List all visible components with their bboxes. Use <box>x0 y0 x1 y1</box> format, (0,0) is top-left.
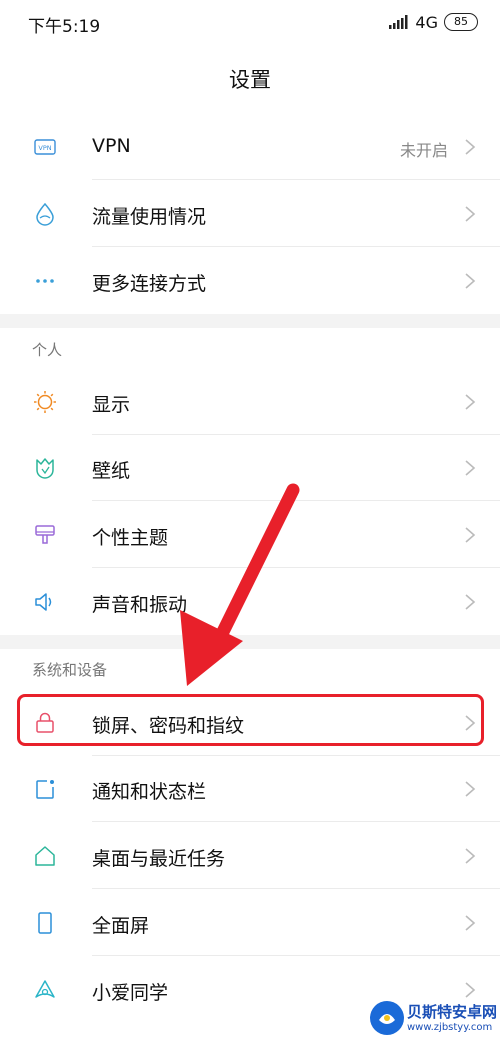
watermark-url: www.zjbstyy.com <box>407 1022 493 1033</box>
watermark-name: 贝斯特安卓网 <box>407 1003 498 1021</box>
annotation-arrow <box>180 483 300 686</box>
watermark-logo-icon <box>370 1001 404 1035</box>
watermark: 贝斯特安卓网 www.zjbstyy.com <box>365 995 500 1041</box>
